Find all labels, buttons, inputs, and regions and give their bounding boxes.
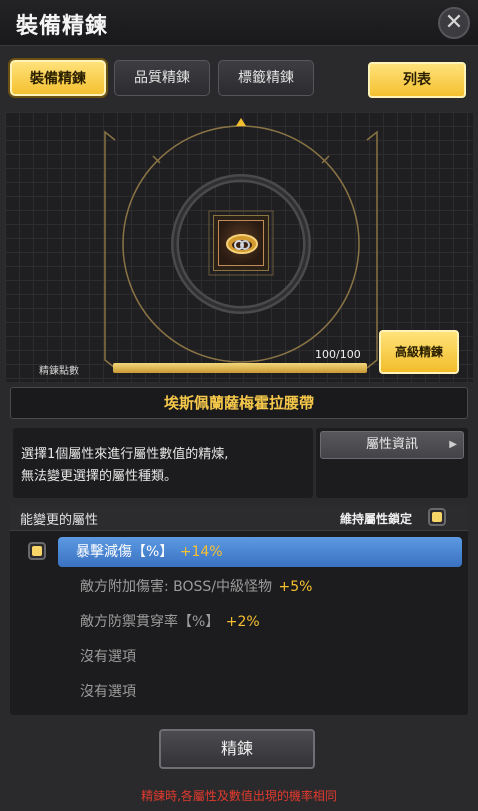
description-line-1: 選擇1個屬性來進行屬性數值的精煉,	[21, 447, 229, 462]
attribute-panel: 能變更的屬性 維持屬性鎖定 暴擊減傷【%】 +14% 敵方附加傷害: BOSS/…	[10, 505, 468, 715]
item-frame	[218, 220, 264, 266]
attribute-info-button[interactable]: 屬性資訊 ▶	[320, 431, 464, 459]
lock-attribute-label: 維持屬性鎖定	[340, 512, 413, 526]
item-name: 埃斯佩蘭薩梅霍拉腰帶	[10, 387, 468, 419]
tab-quality-refine[interactable]: 品質精鍊	[114, 60, 210, 96]
attribute-bonus: +2%	[225, 614, 260, 630]
attribute-row[interactable]: 暴擊減傷【%】 +14%	[58, 537, 462, 567]
equipment-slot[interactable]	[213, 215, 269, 271]
refine-button[interactable]: 精鍊	[159, 729, 315, 769]
tab-bar: 裝備精鍊 品質精鍊 標籤精鍊 列表	[0, 50, 478, 106]
attribute-info-label: 屬性資訊	[365, 437, 418, 452]
attribute-text: 沒有選項	[80, 684, 136, 700]
attribute-text: 沒有選項	[80, 649, 136, 665]
attribute-header: 能變更的屬性 維持屬性鎖定	[10, 505, 468, 531]
lock-attribute-checkbox[interactable]	[428, 508, 446, 526]
attribute-text: 暴擊減傷【%】	[76, 544, 174, 560]
attribute-bonus: +5%	[278, 579, 313, 595]
refine-points-value: 100/100	[315, 348, 361, 361]
attribute-bonus: +14%	[179, 544, 223, 560]
ring-icon	[226, 234, 258, 254]
tab-tag-refine[interactable]: 標籤精鍊	[218, 60, 314, 96]
attribute-text: 敵方防禦貫穿率【%】	[80, 614, 220, 630]
chevron-right-icon: ▶	[449, 439, 457, 450]
checkbox-indicator-icon	[32, 546, 42, 556]
row-select-checkbox[interactable]	[28, 542, 46, 560]
attribute-row[interactable]: 敵方附加傷害: BOSS/中級怪物 +5%	[58, 572, 462, 602]
list-button[interactable]: 列表	[368, 62, 466, 98]
refine-points-label: 精鍊點數	[39, 366, 79, 377]
description-line-2: 無法變更選擇的屬性種類。	[21, 469, 178, 484]
attribute-row[interactable]: 敵方防禦貫穿率【%】 +2%	[58, 607, 462, 637]
title-bar: 裝備精鍊 ✕	[0, 0, 478, 46]
window-title: 裝備精鍊	[16, 14, 109, 39]
info-panel: 屬性資訊 ▶	[316, 428, 468, 498]
attribute-text: 敵方附加傷害: BOSS/中級怪物	[80, 579, 273, 595]
advanced-refine-button[interactable]: 高級精鍊	[379, 330, 459, 374]
description-box: 選擇1個屬性來進行屬性數值的精煉, 無法變更選擇的屬性種類。	[13, 428, 313, 498]
attribute-header-label: 能變更的屬性	[20, 513, 99, 528]
close-icon: ✕	[444, 10, 464, 35]
tab-equipment-refine[interactable]: 裝備精鍊	[10, 60, 106, 96]
refine-stage: 精鍊點數 100/100 高級精鍊	[5, 112, 473, 382]
close-button[interactable]: ✕	[438, 7, 470, 39]
refine-points-bar	[113, 363, 367, 373]
checkbox-indicator-icon	[432, 512, 442, 522]
probability-note: 精鍊時,各屬性及數值出現的機率相同	[141, 789, 337, 803]
attribute-row: 沒有選項	[58, 642, 462, 672]
refine-points-fill	[113, 363, 367, 373]
attribute-row: 沒有選項	[58, 677, 462, 707]
